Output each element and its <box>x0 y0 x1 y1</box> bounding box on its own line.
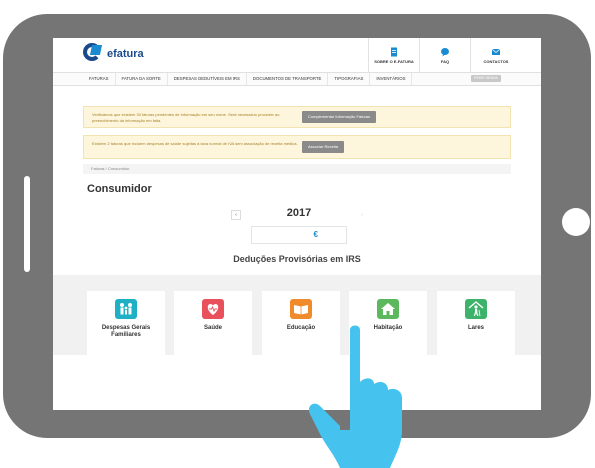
house-icon <box>377 299 399 319</box>
tablet-home-button <box>562 208 590 236</box>
nav-item-faturas[interactable]: FATURAS <box>83 73 116 85</box>
category-card-health[interactable]: Saúde <box>174 291 252 355</box>
tablet-side-slot <box>24 176 30 272</box>
associate-prescription-button[interactable]: Associar Receita <box>302 141 345 153</box>
deduction-categories: Despesas Gerais Familiares Saúde Educaçã… <box>53 275 541 355</box>
nav-item-tipografias[interactable]: TIPOGRAFIAS <box>328 73 371 85</box>
pending-invoices-alert: Verificámos que existem 30 faturas pende… <box>83 106 511 128</box>
category-label: Despesas Gerais Familiares <box>101 325 151 338</box>
about-efatura-link[interactable]: SOBRE O E-FATURA <box>368 38 419 72</box>
year-selector: ‹ 2017 › <box>231 207 367 220</box>
deduction-total: € <box>251 226 347 244</box>
contacts-label: CONTACTOS <box>483 58 509 64</box>
section-title: Deduções Provisórias em IRS <box>233 254 361 264</box>
about-label: SOBRE O E-FATURA <box>374 58 414 64</box>
faq-label: FAQ <box>440 58 450 64</box>
category-card-nursing-homes[interactable]: Lares <box>437 291 515 355</box>
next-year-button[interactable]: › <box>357 210 367 220</box>
family-icon <box>115 299 137 319</box>
efatura-logo[interactable]: efatura <box>83 42 144 66</box>
contacts-link[interactable]: CONTACTOS <box>470 38 521 72</box>
document-icon <box>391 47 397 56</box>
page-title: Consumidor <box>87 183 152 195</box>
category-label: Saúde <box>203 325 222 331</box>
main-nav: FATURAS FATURA DA SORTE DESPESAS DEDUTÍV… <box>53 72 541 86</box>
top-actions: SOBRE O E-FATURA FAQ CONTACTOS <box>368 38 521 72</box>
heart-icon <box>202 299 224 319</box>
chat-bubble-icon <box>441 47 449 56</box>
breadcrumb: Faturas / Consumidor <box>83 164 511 174</box>
nav-item-documentos-transporte[interactable]: DOCUMENTOS DE TRANSPORTE <box>247 73 329 85</box>
site-header: efatura SOBRE O E-FATURA FAQ CONTACTOS <box>53 38 541 72</box>
logo-text: efatura <box>107 48 144 60</box>
envelope-icon <box>491 48 501 55</box>
selected-year: 2017 <box>286 207 312 219</box>
alert-text: Existem 2 faturas que incluem despesas d… <box>92 141 298 146</box>
health-expenses-alert: Existem 2 faturas que incluem despesas d… <box>83 135 511 159</box>
complete-invoice-info-button[interactable]: Complementar Informação Faturas <box>302 111 377 123</box>
efatura-logo-icon <box>83 43 105 65</box>
nav-item-despesas-dedutiveis[interactable]: DESPESAS DEDUTÍVEIS EM IRS <box>168 73 247 85</box>
alert-text: Verificámos que existem 30 faturas pende… <box>92 112 280 123</box>
faq-link[interactable]: FAQ <box>419 38 470 72</box>
elder-person-icon <box>465 299 487 319</box>
tablet-screen: efatura SOBRE O E-FATURA FAQ CONTACTOS F… <box>53 38 541 410</box>
pointing-hand-icon <box>308 325 402 468</box>
nav-item-inventarios[interactable]: INVENTÁRIOS <box>370 73 413 85</box>
category-card-general-family[interactable]: Despesas Gerais Familiares <box>87 291 165 355</box>
book-icon <box>290 299 312 319</box>
request-password-button[interactable]: PEDIR SENHA <box>471 75 501 82</box>
category-label: Lares <box>467 325 484 331</box>
nav-item-fatura-da-sorte[interactable]: FATURA DA SORTE <box>116 73 168 85</box>
breadcrumb-text[interactable]: Faturas / Consumidor <box>91 166 129 171</box>
